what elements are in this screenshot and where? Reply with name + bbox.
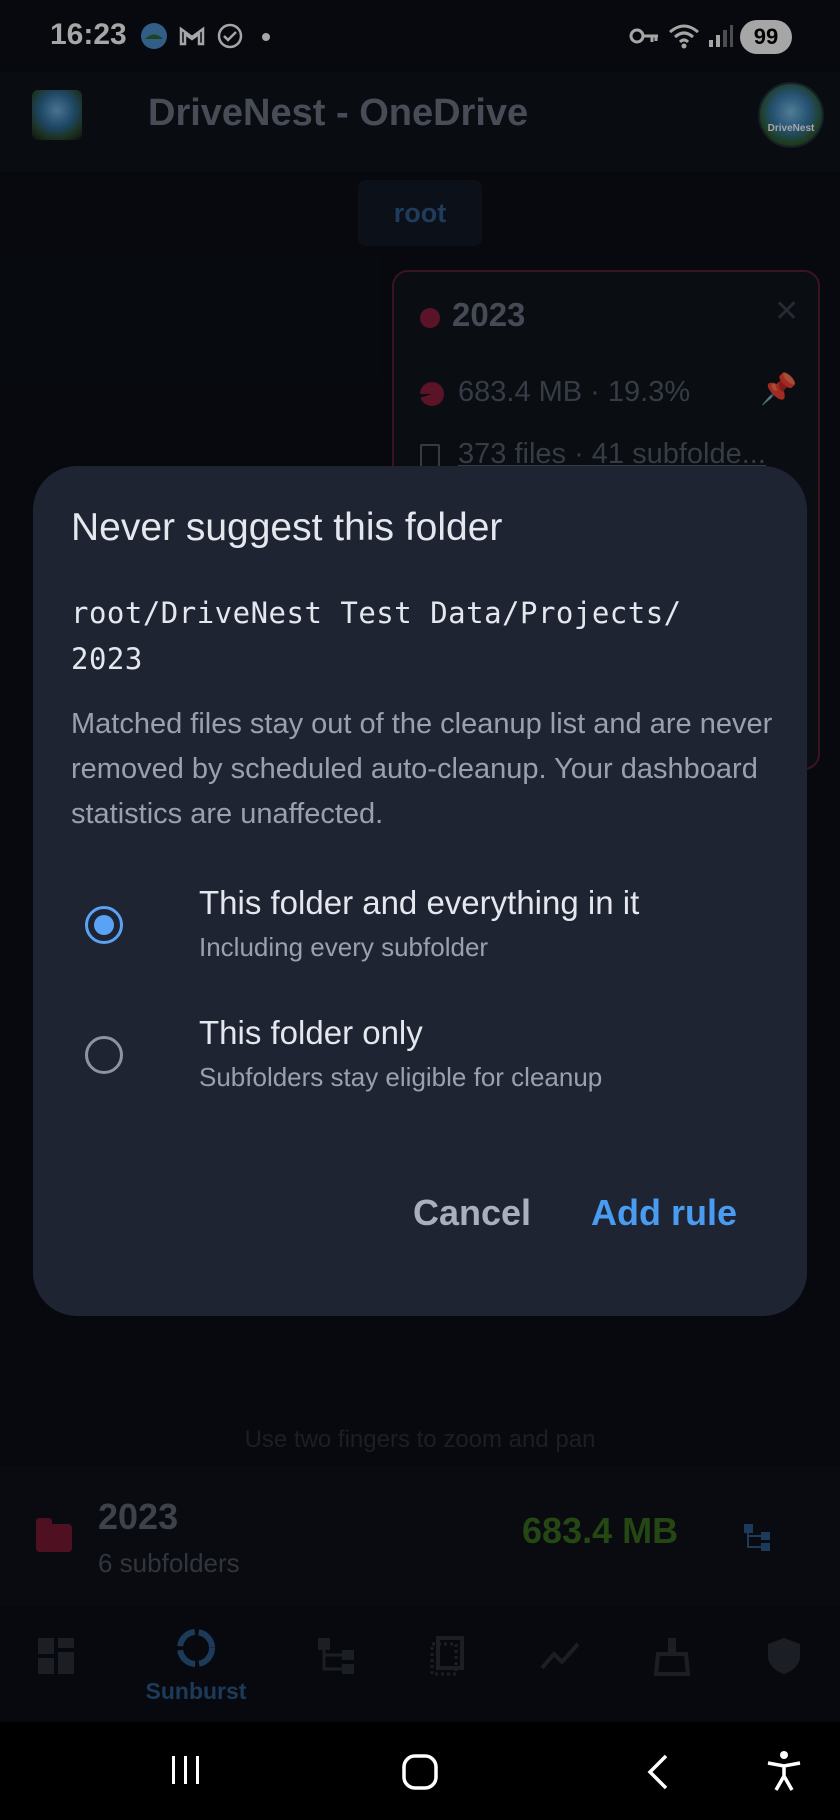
system-navigation-bar bbox=[0, 1722, 840, 1820]
option-sublabel: Including every subfolder bbox=[199, 932, 489, 962]
option-sublabel: Subfolders stay eligible for cleanup bbox=[199, 1062, 603, 1092]
option-folder-only[interactable]: This folder only Subfolders stay eligibl… bbox=[53, 998, 787, 1110]
option-label: This folder only bbox=[199, 1014, 423, 1051]
add-rule-button[interactable]: Add rule bbox=[591, 1192, 737, 1234]
radio-selected[interactable] bbox=[85, 906, 123, 944]
back-icon[interactable] bbox=[640, 1752, 676, 1792]
home-icon[interactable] bbox=[400, 1752, 440, 1792]
dialog-description: Matched files stay out of the cleanup li… bbox=[71, 708, 773, 830]
folder-path: root/DriveNest Test Data/Projects/ 2023 bbox=[71, 596, 682, 676]
recents-icon[interactable] bbox=[168, 1752, 204, 1788]
cancel-button[interactable]: Cancel bbox=[413, 1192, 531, 1234]
never-suggest-dialog: Never suggest this folder root/DriveNest… bbox=[33, 466, 807, 1316]
accessibility-icon[interactable] bbox=[764, 1750, 804, 1792]
option-label: This folder and everything in it bbox=[199, 884, 640, 921]
dialog-title: Never suggest this folder bbox=[71, 506, 503, 549]
option-folder-and-everything[interactable]: This folder and everything in it Includi… bbox=[53, 868, 787, 980]
radio-unselected[interactable] bbox=[85, 1036, 123, 1074]
